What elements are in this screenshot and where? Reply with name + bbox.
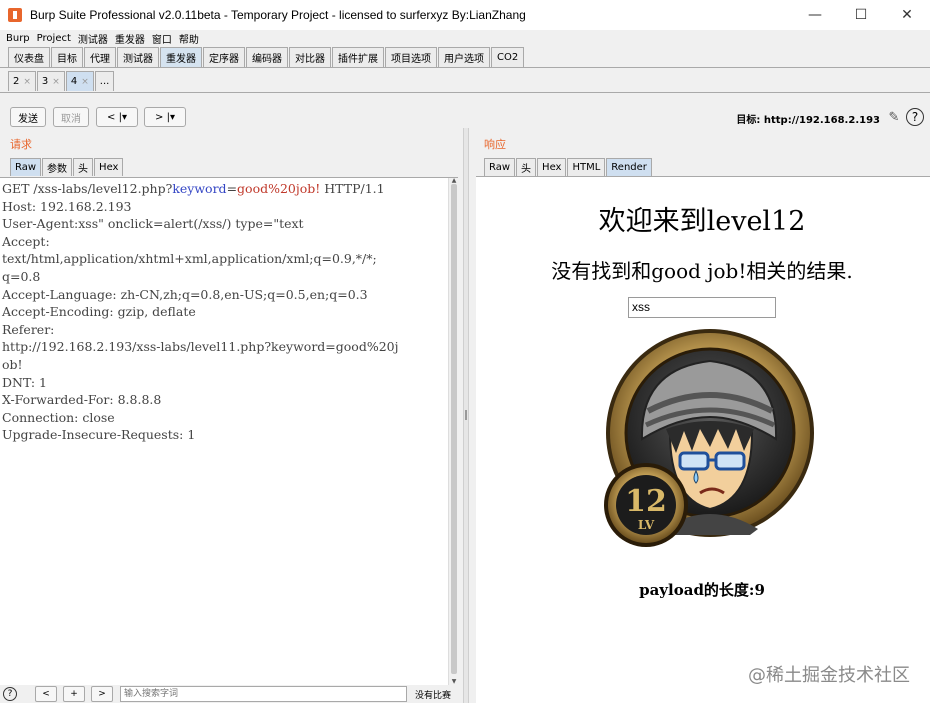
tab-extender[interactable]: 插件扩展	[332, 47, 384, 67]
splitter-grip-icon[interactable]	[465, 410, 467, 420]
payload-length-text: payload的长度:9	[639, 581, 765, 599]
menu-repeater[interactable]: 重发器	[115, 31, 145, 46]
window-controls: — ☐ ✕	[792, 0, 930, 30]
tab-sequencer[interactable]: 定序器	[203, 47, 245, 67]
search-bar: ? < + > 没有比赛	[0, 685, 463, 703]
search-add-button[interactable]: +	[63, 686, 85, 702]
response-tab-render[interactable]: Render	[606, 158, 652, 176]
repeater-toolbar: 发送 取消 < |▾ > |▾ 目标: http://192.168.2.193…	[0, 104, 930, 130]
minimize-button[interactable]: —	[792, 0, 838, 30]
title-bar: Burp Suite Professional v2.0.11beta - Te…	[0, 0, 930, 30]
response-tab-raw[interactable]: Raw	[484, 158, 516, 176]
request-tab-hex[interactable]: Hex	[94, 158, 124, 176]
request-editor-tabs: Raw 参数 头 Hex	[10, 158, 124, 176]
request-line: q=0.8	[2, 268, 41, 284]
request-text[interactable]: GET /xss-labs/level12.php?keyword=good%2…	[0, 178, 458, 444]
badge-level-label: LV	[638, 518, 655, 532]
request-scrollbar[interactable]: ▲ ▼	[448, 178, 458, 685]
tab-proxy[interactable]: 代理	[84, 47, 116, 67]
repeater-tab-3[interactable]: 3 ×	[36, 71, 65, 91]
send-button[interactable]: 发送	[10, 107, 46, 127]
search-input[interactable]	[120, 686, 407, 702]
request-tab-params[interactable]: 参数	[42, 158, 73, 176]
response-tab-html[interactable]: HTML	[567, 158, 606, 176]
response-tab-headers[interactable]: 头	[516, 158, 537, 176]
level-badge-image: 12 LV	[604, 329, 814, 547]
request-editor[interactable]: GET /xss-labs/level12.php?keyword=good%2…	[0, 177, 458, 685]
tab-dashboard[interactable]: 仪表盘	[8, 47, 50, 67]
request-line: X-Forwarded-For: 8.8.8.8	[2, 392, 162, 408]
menu-intruder[interactable]: 测试器	[78, 31, 108, 46]
menu-bar: Burp Project 测试器 重发器 窗口 帮助	[0, 30, 930, 46]
tab-intruder[interactable]: 测试器	[117, 47, 159, 67]
tab-decoder[interactable]: 编码器	[246, 47, 288, 67]
badge-level-number: 12	[625, 484, 667, 519]
close-tab-icon[interactable]: ×	[81, 77, 89, 87]
tab-comparer[interactable]: 对比器	[289, 47, 331, 67]
repeater-tab-label: ...	[99, 76, 110, 87]
request-line: Accept-Encoding: gzip, deflate	[2, 304, 196, 320]
repeater-tab-label: 2	[13, 76, 20, 87]
main-tab-bar: 仪表盘 目标 代理 测试器 重发器 定序器 编码器 对比器 插件扩展 项目选项 …	[0, 47, 930, 68]
repeater-tab-label: 4	[70, 76, 78, 87]
request-tab-headers[interactable]: 头	[73, 158, 94, 176]
request-line: Accept:	[2, 233, 50, 249]
response-title: 响应	[484, 138, 506, 151]
menu-help[interactable]: 帮助	[179, 31, 199, 46]
window-title: Burp Suite Professional v2.0.11beta - Te…	[30, 8, 526, 22]
request-line: Upgrade-Insecure-Requests: 1	[2, 427, 196, 443]
param-value: good%20job!	[237, 181, 321, 196]
search-status: 没有比赛	[415, 691, 452, 701]
pane-splitter[interactable]	[463, 128, 469, 703]
repeater-tab-4[interactable]: 4 ×	[65, 71, 94, 91]
maximize-button[interactable]: ☐	[838, 0, 884, 30]
pencil-icon[interactable]: ✎	[886, 109, 902, 125]
tab-co2[interactable]: CO2	[491, 47, 525, 67]
close-tab-icon[interactable]: ×	[23, 77, 31, 87]
tab-project-options[interactable]: 项目选项	[385, 47, 437, 67]
request-line: Referer:	[2, 321, 55, 337]
response-editor-tabs: Raw 头 Hex HTML Render	[484, 158, 653, 176]
menu-burp[interactable]: Burp	[6, 33, 30, 44]
param-key: keyword	[172, 181, 227, 196]
repeater-tab-bar: 2 × 3 × 4 × ...	[0, 71, 930, 93]
forward-button[interactable]: > |▾	[144, 107, 186, 127]
request-line: http://192.168.2.193/xss-labs/level11.ph…	[2, 339, 399, 355]
repeater-tab-new[interactable]: ...	[94, 71, 115, 91]
request-line: Connection: close	[2, 409, 115, 425]
search-prev-button[interactable]: <	[35, 686, 57, 702]
watermark: @稀土掘金技术社区	[748, 665, 910, 686]
close-tab-icon[interactable]: ×	[52, 77, 60, 87]
menu-window[interactable]: 窗口	[152, 31, 172, 46]
tab-target[interactable]: 目标	[51, 47, 83, 67]
request-tab-raw[interactable]: Raw	[10, 158, 42, 176]
request-line: text/html,application/xhtml+xml,applicat…	[2, 251, 377, 267]
request-line: User-Agent:xss" onclick=alert(/xss/) typ…	[2, 216, 304, 232]
close-button[interactable]: ✕	[884, 0, 930, 30]
tab-user-options[interactable]: 用户选项	[438, 47, 490, 67]
response-tab-hex[interactable]: Hex	[537, 158, 567, 176]
render-heading: 欢迎来到level12	[598, 206, 806, 237]
menu-project[interactable]: Project	[37, 33, 71, 44]
scrollbar-thumb[interactable]	[451, 184, 457, 674]
search-help-icon[interactable]: ?	[3, 687, 17, 701]
back-button[interactable]: < |▾	[96, 107, 138, 127]
target-label: 目标: http://192.168.2.193	[736, 115, 880, 126]
repeater-tab-2[interactable]: 2 ×	[8, 71, 36, 91]
response-render-view: 欢迎来到level12 没有找到和good job!相关的结果. xss 12 …	[476, 176, 930, 703]
request-title: 请求	[10, 138, 32, 151]
cancel-button[interactable]: 取消	[53, 107, 89, 127]
request-line: ob!	[2, 356, 23, 372]
request-line: Host: 192.168.2.193	[2, 198, 132, 214]
request-line: GET /xss-labs/level12.php?keyword=good%2…	[2, 181, 385, 196]
repeater-tab-label: 3	[41, 76, 49, 87]
help-icon[interactable]: ?	[906, 108, 924, 126]
render-search-input[interactable]: xss	[628, 297, 776, 318]
request-line: Accept-Language: zh-CN,zh;q=0.8,en-US;q=…	[2, 286, 368, 302]
search-next-button[interactable]: >	[91, 686, 113, 702]
render-subheading: 没有找到和good job!相关的结果.	[551, 259, 853, 283]
burp-logo-icon	[8, 8, 22, 22]
tab-repeater[interactable]: 重发器	[160, 47, 202, 67]
request-line: DNT: 1	[2, 374, 47, 390]
